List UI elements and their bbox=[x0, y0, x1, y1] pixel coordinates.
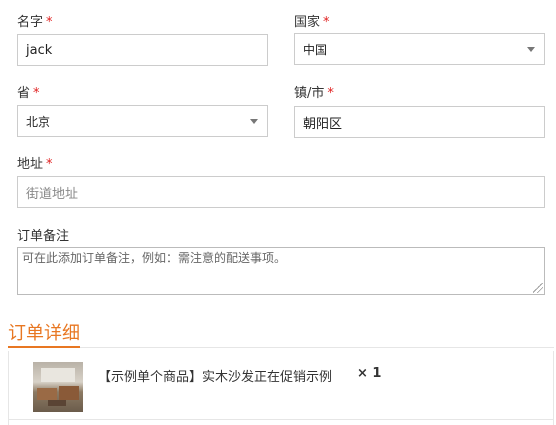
name-label: 名字 * bbox=[17, 11, 53, 30]
required-mark: * bbox=[33, 86, 40, 101]
order-details-title: 订单详细 bbox=[8, 323, 80, 344]
chevron-down-icon bbox=[250, 119, 258, 124]
country-select[interactable]: 中国 bbox=[294, 33, 545, 65]
address-label: 地址 * bbox=[17, 153, 53, 172]
name-label-text: 名字 bbox=[17, 15, 44, 30]
notes-label: 订单备注 bbox=[17, 225, 69, 244]
country-label-text: 国家 bbox=[294, 15, 321, 30]
town-label-text: 镇/市 bbox=[294, 86, 325, 101]
required-mark: * bbox=[46, 15, 53, 30]
country-select-value: 中国 bbox=[303, 42, 328, 57]
required-mark: * bbox=[323, 15, 330, 30]
section-title-underline bbox=[8, 346, 80, 348]
address-label-text: 地址 bbox=[17, 157, 44, 172]
country-label: 国家 * bbox=[294, 11, 330, 30]
resize-grip-icon[interactable] bbox=[533, 283, 543, 293]
name-input[interactable]: jack bbox=[17, 34, 268, 66]
address-input-placeholder: 街道地址 bbox=[26, 186, 79, 202]
name-input-value: jack bbox=[26, 42, 53, 58]
town-input[interactable]: 朝阳区 bbox=[294, 106, 545, 138]
notes-label-text: 订单备注 bbox=[17, 229, 70, 244]
product-name[interactable]: 【示例单个商品】实木沙发正在促销示例 bbox=[98, 366, 332, 385]
order-notes-textarea[interactable]: 可在此添加订单备注，例如：需注意的配送事项。 bbox=[17, 247, 545, 295]
province-select[interactable]: 北京 bbox=[17, 105, 268, 137]
sofa-product-image[interactable] bbox=[33, 362, 83, 412]
address-input[interactable]: 街道地址 bbox=[17, 176, 545, 208]
order-row-divider bbox=[8, 419, 554, 420]
order-items-table bbox=[8, 351, 554, 425]
chevron-down-icon bbox=[527, 47, 535, 52]
order-notes-placeholder: 可在此添加订单备注，例如：需注意的配送事项。 bbox=[22, 251, 287, 265]
product-quantity: × 1 bbox=[357, 366, 382, 381]
province-select-value: 北京 bbox=[26, 114, 51, 129]
town-label: 镇/市 * bbox=[294, 82, 334, 101]
required-mark: * bbox=[46, 157, 53, 172]
town-input-value: 朝阳区 bbox=[303, 116, 343, 132]
section-divider bbox=[8, 347, 554, 348]
province-label-text: 省 bbox=[17, 86, 31, 101]
province-label: 省 * bbox=[17, 82, 40, 101]
required-mark: * bbox=[327, 86, 334, 101]
